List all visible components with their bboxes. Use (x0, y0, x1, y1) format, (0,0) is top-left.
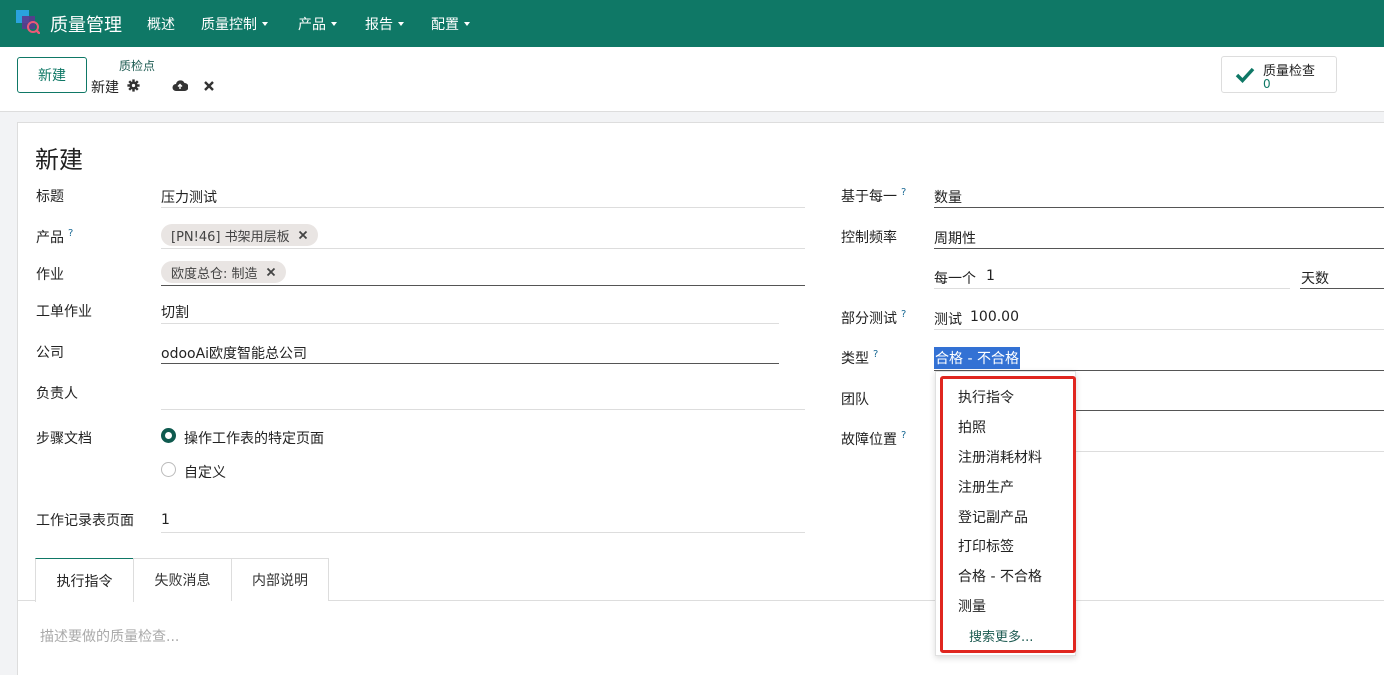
workorder-operation-underline (161, 323, 779, 324)
type-label-text: 类型 (841, 351, 869, 367)
worksheet-page-underline (161, 532, 805, 533)
every-underline (934, 288, 1290, 289)
partial-test-label: 部分测试? (841, 308, 906, 328)
product-underline (161, 248, 805, 249)
new-button[interactable]: 新建 (17, 57, 87, 93)
based-on-label: 基于每一? (841, 186, 906, 206)
workorder-operation-label: 工单作业 (36, 304, 92, 320)
quality-checks-smart-button[interactable]: 质量检查 0 (1221, 56, 1337, 93)
caret-down-icon (464, 22, 470, 26)
every-unit-underline (1300, 288, 1384, 289)
record-title: 新建 (35, 146, 83, 174)
every-field[interactable]: 1 (986, 268, 995, 284)
tab-failure-message[interactable]: 失败消息 (133, 558, 232, 601)
based-on-field[interactable]: 数量 (934, 187, 962, 207)
worksheet-page-field[interactable]: 1 (161, 512, 170, 528)
operation-tag-label: 欧度总仓: 制造 (171, 266, 258, 282)
responsible-underline (161, 409, 805, 410)
menu-reporting[interactable]: 报告 (365, 14, 404, 34)
highlight-box (940, 376, 1076, 653)
product-label-text: 产品 (36, 230, 64, 246)
help-icon[interactable]: ? (901, 309, 906, 320)
menu-quality-control[interactable]: 质量控制 (201, 14, 268, 34)
control-frequency-field[interactable]: 周期性 (934, 228, 976, 248)
radio-custom-label[interactable]: 自定义 (184, 462, 226, 482)
help-icon[interactable]: ? (68, 228, 73, 239)
company-label: 公司 (36, 345, 64, 361)
team-label: 团队 (841, 392, 869, 408)
control-frequency-label: 控制频率 (841, 230, 897, 246)
quality-app-icon[interactable] (16, 10, 40, 34)
partial-test-underline (934, 329, 1384, 330)
caret-down-icon (262, 22, 268, 26)
help-icon[interactable]: ? (873, 349, 878, 360)
type-field[interactable]: 合格 - 不合格 (934, 347, 1020, 369)
control-frequency-underline (934, 248, 1384, 249)
breadcrumb-current: 新建 (91, 80, 119, 96)
breadcrumb-parent[interactable]: 质检点 (119, 57, 155, 74)
failure-location-underline (1076, 451, 1384, 452)
product-label: 产品? (36, 227, 73, 247)
workorder-operation-field[interactable]: 切割 (161, 302, 189, 322)
worksheet-page-label: 工作记录表页面 (36, 513, 134, 529)
radio-specific-page-label[interactable]: 操作工作表的特定页面 (184, 428, 324, 448)
type-label: 类型? (841, 348, 878, 368)
radio-specific-page[interactable] (161, 428, 176, 443)
title-field[interactable]: 压力测试 (161, 187, 217, 207)
menu-products[interactable]: 产品 (298, 14, 337, 34)
remove-tag-icon[interactable] (266, 267, 276, 277)
menu-overview-label: 概述 (147, 17, 175, 33)
menu-products-label: 产品 (298, 17, 326, 33)
tab-internal-notes[interactable]: 内部说明 (231, 558, 329, 601)
menu-quality-control-label: 质量控制 (201, 17, 257, 33)
menu-configuration[interactable]: 配置 (431, 14, 470, 34)
failure-location-label: 故障位置? (841, 429, 906, 449)
save-cloud-icon[interactable] (172, 79, 188, 92)
company-field[interactable]: odooAi欧度智能总公司 (161, 343, 307, 363)
failure-location-label-text: 故障位置 (841, 432, 897, 448)
responsible-label: 负责人 (36, 386, 78, 402)
partial-test-label-text: 部分测试 (841, 311, 897, 327)
product-tag-label: [PN!46] 书架用层板 (171, 229, 290, 245)
menu-overview[interactable]: 概述 (147, 14, 175, 34)
based-on-label-text: 基于每一 (841, 189, 897, 205)
smart-button-count: 0 (1263, 77, 1271, 91)
caret-down-icon (331, 22, 337, 26)
smart-button-label: 质量检查 (1263, 64, 1316, 79)
product-tag: [PN!46] 书架用层板 (161, 224, 318, 246)
title-underline (161, 207, 805, 208)
operation-underline (161, 285, 805, 286)
menu-reporting-label: 报告 (365, 17, 393, 33)
every-label: 每一个 (934, 271, 976, 287)
based-on-underline (934, 207, 1384, 208)
company-underline (161, 363, 779, 364)
partial-test-field[interactable]: 100.00 (970, 309, 1019, 325)
step-document-label: 步骤文档 (36, 431, 92, 447)
check-icon (1235, 67, 1255, 83)
gear-icon[interactable] (127, 79, 140, 92)
operation-label: 作业 (36, 267, 64, 283)
remove-tag-icon[interactable] (298, 230, 308, 240)
every-unit-field[interactable]: 天数 (1301, 268, 1329, 288)
caret-down-icon (398, 22, 404, 26)
control-panel: 新建 质检点 新建 质量检查 0 (0, 47, 1384, 112)
help-icon[interactable]: ? (901, 430, 906, 441)
radio-custom[interactable] (161, 462, 176, 477)
partial-test-prefix: 测试 (934, 312, 962, 328)
discard-icon[interactable] (203, 80, 215, 92)
operation-tag: 欧度总仓: 制造 (161, 261, 286, 283)
menu-configuration-label: 配置 (431, 17, 459, 33)
app-title[interactable]: 质量管理 (50, 11, 122, 37)
title-label: 标题 (36, 189, 64, 205)
team-underline (1076, 410, 1384, 411)
tab-instructions[interactable]: 执行指令 (35, 558, 134, 602)
instructions-editor-placeholder[interactable]: 描述要做的质量检查... (40, 626, 179, 646)
top-navbar: 质量管理 概述 质量控制 产品 报告 配置 (0, 0, 1384, 47)
help-icon[interactable]: ? (901, 187, 906, 198)
